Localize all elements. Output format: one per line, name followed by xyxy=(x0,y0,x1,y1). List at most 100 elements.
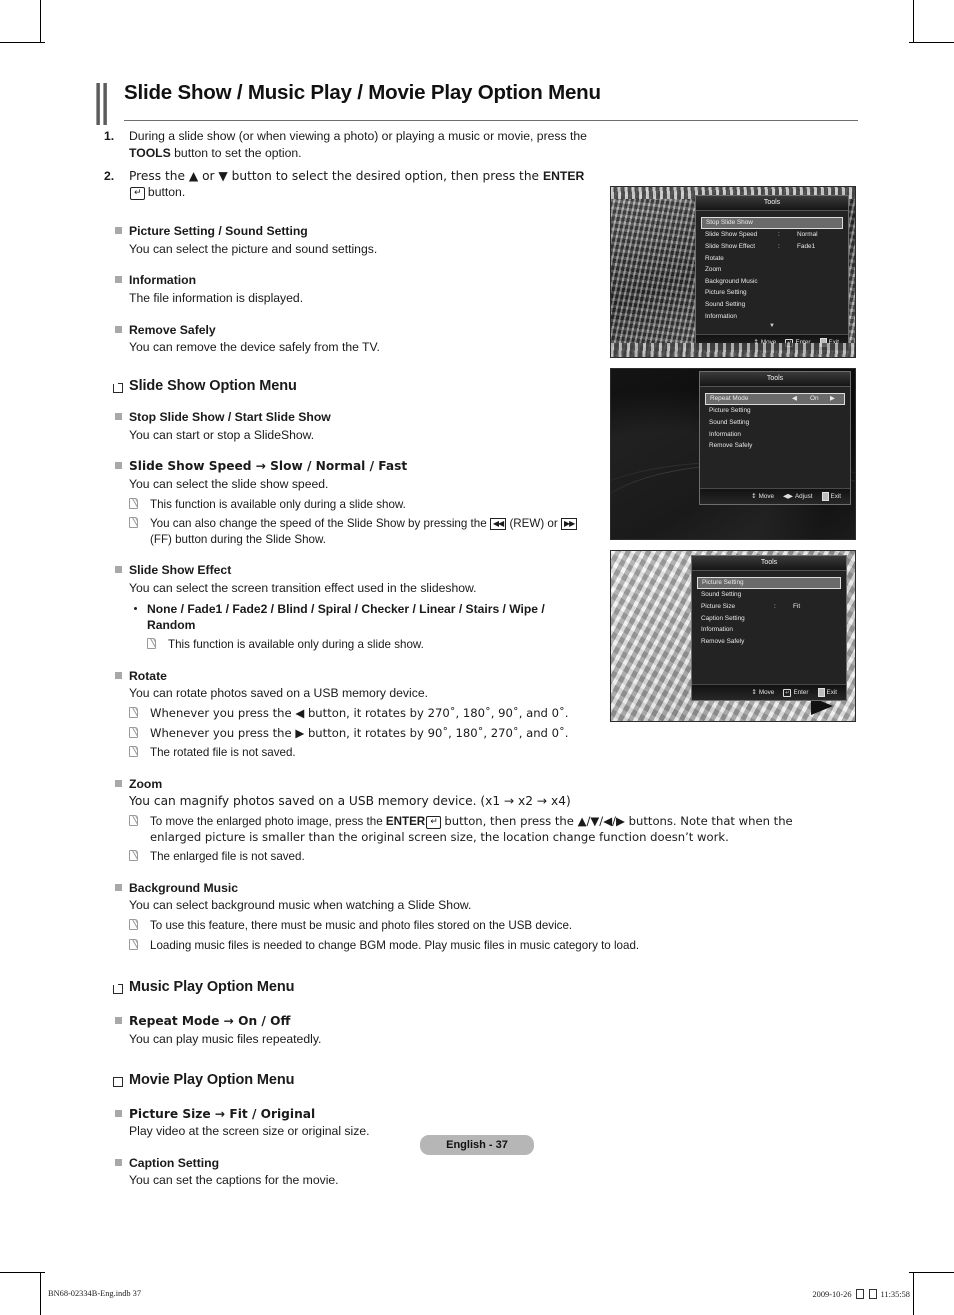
note-line: You can also change the speed of the Sli… xyxy=(129,516,596,547)
osd-row-slide-show-speed[interactable]: Slide Show Speed : Normal xyxy=(696,229,848,241)
item-desc: You can play music files repeatedly. xyxy=(129,1031,322,1046)
screenshot-column: Tools Stop Slide Show Slide Show Speed :… xyxy=(610,186,858,732)
osd-row-rotate[interactable]: Rotate xyxy=(696,253,848,265)
osd-row-label: Picture Size xyxy=(701,602,736,610)
osd-row-label: Slide Show Speed xyxy=(705,231,758,239)
crop-mark-bottom-left-vertical xyxy=(40,1273,41,1315)
footer-date: 2009-10-26 xyxy=(812,1289,852,1299)
item-repeat-mode: Repeat Mode → On / Off You can play musi… xyxy=(96,1013,596,1047)
osd-row-picture-size[interactable]: Picture Size : Fit xyxy=(692,601,846,613)
osd-row-value: Fit xyxy=(793,602,801,610)
osd-row-repeat-mode[interactable]: Repeat Mode ◀ On ▶ xyxy=(705,393,845,406)
osd-footer-move[interactable]: ↕ Move xyxy=(751,491,774,503)
right-arrow-icon[interactable]: ▶ xyxy=(830,393,835,405)
step-text-b: button. xyxy=(144,185,186,200)
osd-row-label: Picture Setting xyxy=(709,407,751,415)
crop-mark-bottom-right-vertical xyxy=(913,1273,914,1315)
note-text-a: To move the enlarged photo image, press … xyxy=(150,815,386,829)
osd-footer-exit[interactable]: Exit xyxy=(819,337,839,349)
osd-row-information[interactable]: Information xyxy=(696,311,848,323)
osd-footer-label: Move xyxy=(758,492,774,500)
osd-row-label: Slide Show Effect xyxy=(705,242,755,250)
note-line: Whenever you press the ◀ button, it rota… xyxy=(129,706,845,722)
section-heading: Music Play Option Menu xyxy=(129,979,295,996)
item-term: Picture Size → Fit / Original xyxy=(129,1106,316,1121)
square-bullet-icon xyxy=(115,566,122,574)
section-music-play-option-menu: Music Play Option Menu xyxy=(96,979,596,995)
osd-row-zoom[interactable]: Zoom xyxy=(696,264,848,276)
osd-row-picture-setting[interactable]: Picture Setting xyxy=(697,577,841,590)
step-text-a: Press the ▲ or ▼ button to select the de… xyxy=(129,168,543,183)
item-term: Slide Show Speed → Slow / Normal / Fast xyxy=(129,459,408,474)
osd-row-remove-safely[interactable]: Remove Safely xyxy=(700,440,850,452)
osd-title: Tools xyxy=(700,372,850,387)
osd-row-label: Information xyxy=(701,626,733,634)
square-bullet-icon xyxy=(115,1017,122,1025)
note-icon xyxy=(129,707,138,719)
osd-footer-enter[interactable]: ↵ Enter xyxy=(785,337,811,349)
square-bullet-icon xyxy=(115,1109,122,1117)
crop-mark-bottom-right-horizontal xyxy=(909,1272,954,1273)
rewind-key-icon: ◀◀ xyxy=(489,518,507,531)
footer-timestamp: 2009-10-26 11:35:58 xyxy=(812,1289,910,1299)
note-text: This function is available only during a… xyxy=(150,497,406,511)
osd-row-value: On xyxy=(810,395,819,403)
osd-row-caption-setting[interactable]: Caption Setting xyxy=(692,613,846,625)
osd-row-slide-show-effect[interactable]: Slide Show Effect : Fade1 xyxy=(696,241,848,253)
item-desc: You can remove the device safely from th… xyxy=(129,340,380,355)
osd-row-picture-setting[interactable]: Picture Setting xyxy=(700,405,850,417)
open-square-bullet-icon xyxy=(112,1074,123,1087)
osd-row-label: Remove Safely xyxy=(701,637,745,645)
osd-row-picture-setting[interactable]: Picture Setting xyxy=(696,287,848,299)
note-icon xyxy=(129,919,138,931)
osd-row-sound-setting[interactable]: Sound Setting xyxy=(696,299,848,311)
osd-row-colon: : xyxy=(778,242,780,250)
item-term: Rotate xyxy=(129,668,167,683)
step-text-a: During a slide show (or when viewing a p… xyxy=(129,129,587,143)
item-term: Information xyxy=(129,273,197,288)
body-area: Tools Stop Slide Show Slide Show Speed :… xyxy=(96,128,858,1189)
section-movie-play-option-menu: Movie Play Option Menu xyxy=(96,1072,596,1088)
square-bullet-icon xyxy=(115,325,122,333)
osd-row-label: Information xyxy=(705,312,737,320)
note-line: The rotated file is not saved. xyxy=(129,745,845,761)
note-text: The rotated file is not saved. xyxy=(150,746,296,760)
osd-row-label: Zoom xyxy=(705,266,722,274)
osd-footer-exit[interactable]: Exit xyxy=(821,491,841,503)
chevron-down-icon[interactable]: ▼ xyxy=(696,322,848,332)
note-text-c: (FF) button during the Slide Show. xyxy=(150,532,326,546)
section-heading: Movie Play Option Menu xyxy=(129,1071,295,1088)
osd-row-label: Picture Setting xyxy=(705,289,747,297)
exit-key-icon xyxy=(821,492,829,501)
item-desc: The file information is displayed. xyxy=(129,290,304,305)
osd-row-colon: : xyxy=(774,602,776,610)
square-bullet-icon xyxy=(115,779,122,787)
note-text: Loading music files is needed to change … xyxy=(150,938,640,952)
osd-row-stop-slide-show[interactable]: Stop Slide Show xyxy=(701,217,843,230)
square-bullet-icon xyxy=(115,1158,122,1166)
item-term: Repeat Mode → On / Off xyxy=(129,1014,291,1029)
osd-row-background-music[interactable]: Background Music xyxy=(696,276,848,288)
note-line: This function is available only during a… xyxy=(129,497,596,513)
osd-row-sound-setting[interactable]: Sound Setting xyxy=(700,417,850,429)
crop-mark-top-left-horizontal xyxy=(0,42,45,43)
osd-row-information[interactable]: Information xyxy=(700,429,850,441)
item-remove-safely: Remove Safely You can remove the device … xyxy=(96,322,596,356)
section-heading: Slide Show Option Menu xyxy=(129,378,297,395)
enter-key-icon: ↵ xyxy=(130,187,145,201)
osd-footer-move[interactable]: ↕ Move xyxy=(753,337,776,349)
osd-row-remove-safely[interactable]: Remove Safely xyxy=(692,636,846,648)
fast-forward-key-icon: ▶▶ xyxy=(560,518,578,531)
item-term: Picture Setting / Sound Setting xyxy=(129,224,308,239)
crop-mark-top-right-vertical xyxy=(913,0,914,42)
note-key-enter: ENTER xyxy=(385,815,426,829)
osd-row-value: Normal xyxy=(797,231,818,239)
osd-footer-adjust[interactable]: ◀▶ Adjust xyxy=(783,491,813,503)
osd-row-sound-setting[interactable]: Sound Setting xyxy=(692,589,846,601)
item-desc: You can rotate photos saved on a USB mem… xyxy=(129,686,428,701)
item-term: Caption Setting xyxy=(129,1155,220,1170)
crop-mark-top-left-vertical xyxy=(40,0,41,42)
left-arrow-icon[interactable]: ◀ xyxy=(792,393,797,405)
page-header: Slide Show / Music Play / Movie Play Opt… xyxy=(96,80,858,128)
osd-row-information[interactable]: Information xyxy=(692,624,846,636)
